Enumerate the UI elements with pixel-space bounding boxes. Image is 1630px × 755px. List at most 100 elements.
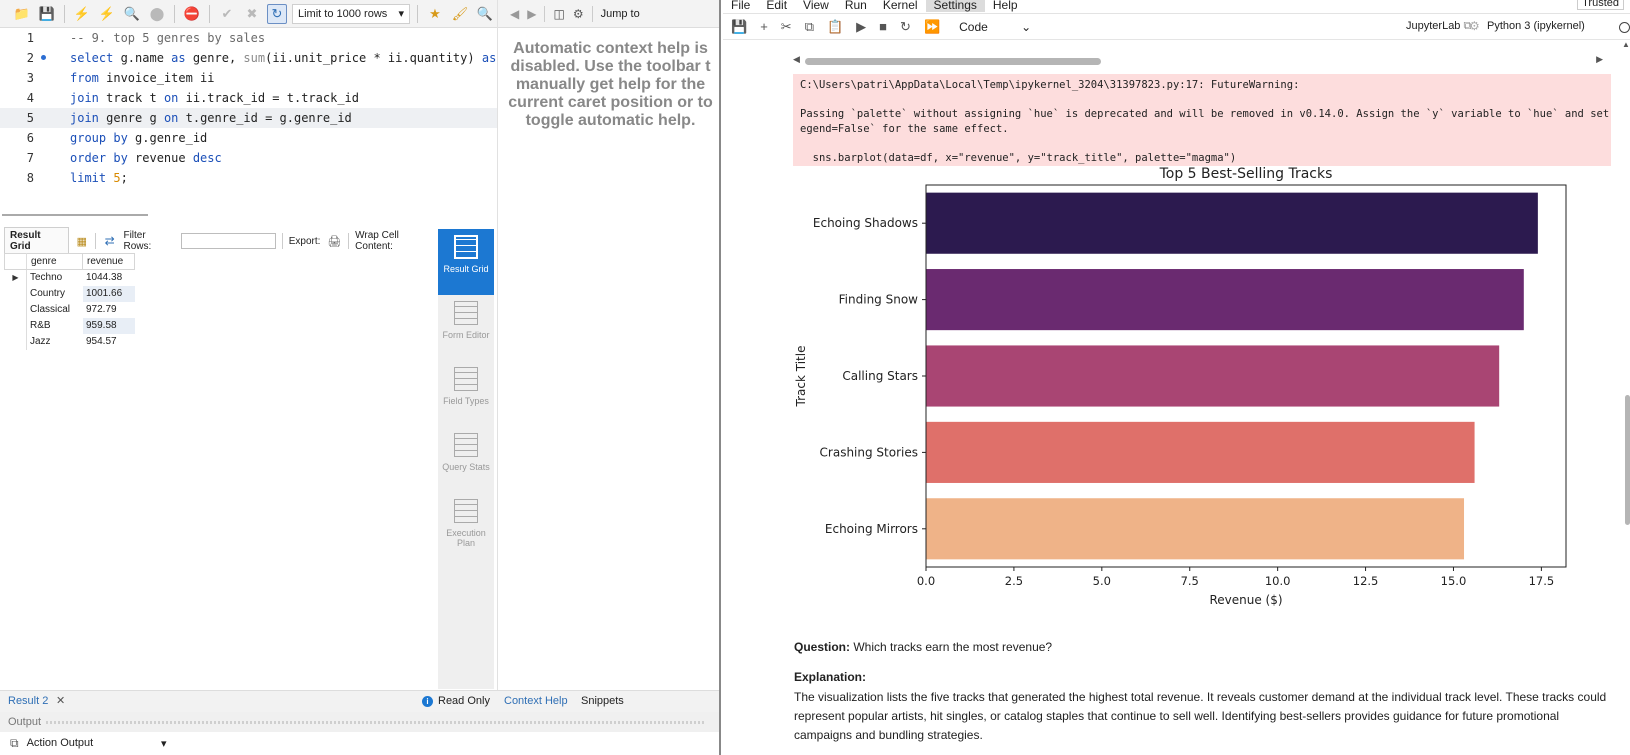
- explain-icon[interactable]: 🔍: [122, 4, 142, 24]
- editor-horizontal-scrollbar[interactable]: [2, 214, 148, 216]
- snippets-tab[interactable]: Snippets: [581, 695, 624, 707]
- result-grid-table[interactable]: genre revenue ▶ Techno 1044.38 Country 1001.…: [4, 253, 135, 350]
- code-line[interactable]: 4 join track t on ii.track_id = t.track_i…: [0, 88, 497, 108]
- cell-type-select[interactable]: Code ⌄: [959, 20, 1031, 34]
- restart-icon[interactable]: ↻: [900, 19, 911, 35]
- output-horizontal-scrollbar[interactable]: ◀ ▶: [793, 54, 1603, 68]
- context-help-tab[interactable]: Context Help: [504, 695, 568, 707]
- run-icon[interactable]: ▶: [856, 19, 866, 35]
- menu-help[interactable]: Help: [985, 0, 1026, 12]
- toggle-error-icon[interactable]: ⛔: [182, 4, 202, 24]
- side-query-stats-button[interactable]: Query Stats: [438, 427, 494, 493]
- execute-icon[interactable]: ⚡: [72, 4, 92, 24]
- cut-icon[interactable]: ✂: [781, 19, 792, 35]
- cell-revenue[interactable]: 959.58: [82, 317, 135, 334]
- add-cell-icon[interactable]: +: [760, 19, 768, 34]
- result-grid-tab[interactable]: Result Grid: [4, 227, 69, 255]
- limit-rows-select[interactable]: Limit to 1000 rows ▾: [292, 3, 410, 24]
- scroll-left-icon[interactable]: ◀: [793, 54, 800, 65]
- menu-settings[interactable]: Settings: [925, 0, 985, 12]
- copy-icon[interactable]: ⧉: [10, 736, 19, 751]
- stop-icon[interactable]: ■: [879, 19, 887, 34]
- autocommit-icon[interactable]: ↻: [267, 3, 287, 24]
- jump-to-select[interactable]: Jump to: [601, 8, 640, 20]
- manual-help-icon[interactable]: ◫: [553, 7, 564, 21]
- cell-genre[interactable]: Classical: [27, 302, 83, 318]
- fast-forward-icon[interactable]: ⏩: [924, 19, 940, 35]
- save-icon[interactable]: 💾: [731, 19, 747, 35]
- copy-icon[interactable]: ⧉: [805, 19, 814, 35]
- toolbar-separator: [209, 4, 210, 23]
- table-row[interactable]: Classical 972.79: [4, 301, 135, 318]
- code-line[interactable]: 1 -- 9. top 5 genres by sales: [0, 28, 497, 48]
- cell-revenue[interactable]: 954.57: [83, 334, 135, 350]
- side-execution-plan-button[interactable]: Execution Plan: [438, 493, 494, 559]
- x-tick-label: 17.5: [1529, 574, 1555, 588]
- warning-line: C:\Users\patri\AppData\Local\Temp\ipyker…: [800, 79, 1300, 91]
- scroll-thumb[interactable]: [1625, 395, 1630, 525]
- menu-file[interactable]: File: [723, 0, 758, 12]
- result-2-tab[interactable]: Result 2: [8, 695, 48, 707]
- side-button-label: Field Types: [443, 396, 489, 406]
- side-result-grid-button[interactable]: Result Grid: [438, 229, 494, 295]
- table-row[interactable]: ▶ Techno 1044.38: [4, 269, 135, 286]
- save-icon[interactable]: 💾: [37, 4, 57, 24]
- cell-revenue[interactable]: 1044.38: [83, 270, 135, 286]
- export-icon[interactable]: 🖨: [326, 234, 342, 248]
- side-field-types-button[interactable]: Field Types: [438, 361, 494, 427]
- table-row[interactable]: R&B 959.58: [4, 317, 135, 334]
- cell-revenue[interactable]: 1001.66: [82, 285, 135, 302]
- action-output-select[interactable]: Action Output ▾: [27, 737, 167, 750]
- filter-rows-input[interactable]: [181, 233, 276, 249]
- code-line[interactable]: 7 order by revenue desc: [0, 148, 497, 168]
- execute-current-icon[interactable]: ⚡: [97, 4, 117, 24]
- trusted-badge[interactable]: Trusted: [1577, 0, 1624, 10]
- stop-icon[interactable]: ⬤: [147, 4, 167, 24]
- paste-icon[interactable]: 📋: [827, 19, 843, 35]
- cell-genre[interactable]: R&B: [27, 318, 83, 334]
- notebook-vertical-scrollbar[interactable]: ▲: [1622, 40, 1630, 755]
- auto-help-icon[interactable]: ⚙: [573, 7, 584, 21]
- scroll-up-icon[interactable]: ▲: [1622, 40, 1630, 49]
- side-form-editor-button[interactable]: Form Editor: [438, 295, 494, 361]
- jupyterlab-link[interactable]: JupyterLab ⧉: [1406, 20, 1471, 33]
- kernel-settings-icon[interactable]: ⚙: [1469, 19, 1480, 33]
- kernel-name[interactable]: Python 3 (ipykernel): [1487, 20, 1585, 32]
- grid-view-icon[interactable]: ▦: [75, 234, 89, 248]
- back-arrow-icon[interactable]: ◀: [510, 7, 519, 21]
- code-line[interactable]: 5 join genre g on t.genre_id = g.genre_id: [0, 108, 497, 128]
- menu-view[interactable]: View: [795, 0, 837, 12]
- cell-revenue[interactable]: 972.79: [83, 302, 135, 318]
- table-row[interactable]: Country 1001.66: [4, 285, 135, 302]
- explanation-label: Explanation:: [794, 670, 867, 684]
- menu-edit[interactable]: Edit: [758, 0, 795, 12]
- rollback-icon[interactable]: ✖: [242, 4, 262, 24]
- scroll-thumb[interactable]: [805, 58, 1101, 65]
- line-number: 5: [26, 111, 34, 125]
- code-line[interactable]: 3 from invoice_item ii: [0, 68, 497, 88]
- find-icon[interactable]: 🔍: [475, 4, 495, 24]
- cell-genre[interactable]: Jazz: [27, 334, 83, 350]
- column-header-genre[interactable]: genre: [26, 253, 83, 270]
- scroll-right-icon[interactable]: ▶: [1596, 54, 1603, 65]
- menu-run[interactable]: Run: [837, 0, 875, 12]
- forward-arrow-icon[interactable]: ▶: [527, 7, 536, 21]
- cell-genre[interactable]: Country: [27, 286, 83, 302]
- beautify-icon[interactable]: 🖌: [450, 4, 470, 24]
- refresh-icon[interactable]: ⇄: [102, 234, 118, 248]
- bar-calling-stars: [926, 345, 1500, 407]
- code-line[interactable]: 6 group by g.genre_id: [0, 128, 497, 148]
- menu-kernel[interactable]: Kernel: [875, 0, 926, 12]
- code-line[interactable]: 8 limit 5;: [0, 168, 497, 188]
- output-resize-grip[interactable]: [46, 721, 706, 724]
- sql-editor[interactable]: 1 -- 9. top 5 genres by sales 2 select g.na…: [0, 28, 533, 188]
- cell-genre[interactable]: Techno: [27, 270, 83, 286]
- code-line[interactable]: 2 select g.name as genre, sum(ii.unit_pri…: [0, 48, 533, 68]
- close-icon[interactable]: ✕: [56, 694, 65, 707]
- table-row[interactable]: Jazz 954.57: [4, 333, 135, 350]
- column-header-revenue[interactable]: revenue: [82, 253, 135, 270]
- open-folder-icon[interactable]: 📁: [12, 4, 32, 24]
- line-number: 2: [26, 51, 34, 65]
- commit-icon[interactable]: ✔: [217, 4, 237, 24]
- bookmark-star-icon[interactable]: ★: [425, 4, 445, 24]
